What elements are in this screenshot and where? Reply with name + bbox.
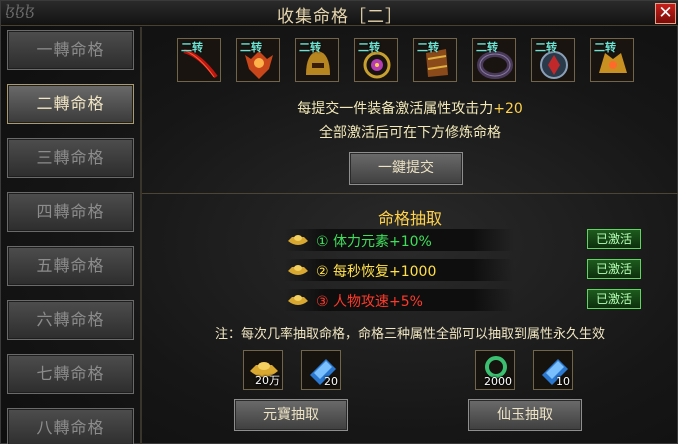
sidebar-item-8[interactable]: 八轉命格 [7, 408, 134, 444]
info-line-1-value: +20 [493, 101, 523, 117]
equipment-slot[interactable]: 二转 [531, 38, 575, 82]
cost-amount: 20 [324, 375, 338, 388]
cost-amount: 10 [556, 375, 570, 388]
equipment-slot[interactable]: 二转 [472, 38, 516, 82]
gold-ingot-icon [288, 295, 308, 305]
equipment-slot[interactable]: 二转 [590, 38, 634, 82]
close-button[interactable]: ✕ [655, 3, 676, 24]
item-tag: 二转 [535, 41, 557, 54]
item-tag: 二转 [358, 41, 380, 54]
cost-amount: 20万 [255, 374, 280, 387]
sidebar-item-4[interactable]: 四轉命格 [7, 192, 134, 232]
attribute-text: ② 每秒恢复+1000 [316, 264, 437, 280]
sidebar: 一轉命格 二轉命格 三轉命格 四轉命格 五轉命格 六轉命格 七轉命格 八轉命格 [1, 27, 141, 444]
item-tag: 二转 [181, 41, 203, 54]
attribute-row-3: ③ 人物攻速+5% [284, 289, 514, 311]
cost-slot[interactable]: 20万 [243, 350, 283, 390]
one-click-submit-button[interactable]: 一鍵提交 [349, 152, 463, 185]
attribute-text: ③ 人物攻速+5% [316, 294, 423, 310]
gold-ingot-icon [288, 235, 308, 245]
activated-badge: 已激活 [587, 259, 641, 279]
cost-amount: 2000 [484, 375, 512, 388]
cost-slot[interactable]: 2000 [475, 350, 515, 390]
title-bar: ɮɮɮ 收集命格［二］ ✕ [1, 1, 678, 27]
item-tag: 二转 [417, 41, 439, 54]
sidebar-item-3[interactable]: 三轉命格 [7, 138, 134, 178]
item-tag: 二转 [240, 41, 262, 54]
sidebar-item-7[interactable]: 七轉命格 [7, 354, 134, 394]
sidebar-item-5[interactable]: 五轉命格 [7, 246, 134, 286]
sidebar-divider [140, 27, 142, 444]
draw-note: 注：每次几率抽取命格，命格三种属性全部可以抽取到属性永久生效 [214, 327, 605, 342]
sidebar-item-6[interactable]: 六轉命格 [7, 300, 134, 340]
info-line-1-text: 每提交一件装备激活属性攻击力 [297, 101, 494, 117]
jade-draw-button[interactable]: 仙玉抽取 [468, 399, 582, 431]
equipment-slot[interactable]: 二转 [413, 38, 457, 82]
equipment-slot[interactable]: 二转 [236, 38, 280, 82]
info-line-1: 每提交一件装备激活属性攻击力+20 [142, 98, 678, 118]
equipment-slot[interactable]: 二转 [295, 38, 339, 82]
equipment-slot[interactable]: 二转 [177, 38, 221, 82]
activated-badge: 已激活 [587, 229, 641, 249]
cost-slot[interactable]: 10 [533, 350, 573, 390]
equipment-slot[interactable]: 二转 [354, 38, 398, 82]
activated-badge: 已激活 [587, 289, 641, 309]
gold-ingot-icon [288, 265, 308, 275]
attribute-row-1: ① 体力元素+10% [284, 229, 514, 251]
info-line-2: 全部激活后可在下方修炼命格 [319, 125, 501, 141]
window-title: 收集命格［二］ [277, 7, 403, 27]
section-divider [142, 193, 678, 194]
attribute-text: ① 体力元素+10% [316, 234, 432, 250]
attribute-row-2: ② 每秒恢复+1000 [284, 259, 514, 281]
item-tag: 二转 [476, 41, 498, 54]
cost-slot[interactable]: 20 [301, 350, 341, 390]
item-tag: 二转 [594, 41, 616, 54]
ingot-draw-button[interactable]: 元寶抽取 [234, 399, 348, 431]
sidebar-item-2[interactable]: 二轉命格 [7, 84, 134, 124]
item-tag: 二转 [299, 41, 321, 54]
draw-section-title: 命格抽取 [377, 209, 442, 228]
sidebar-item-1[interactable]: 一轉命格 [7, 30, 134, 70]
collect-destiny-window: ɮɮɮ 收集命格［二］ ✕ 一轉命格 二轉命格 三轉命格 四轉命格 五轉命格 六… [0, 0, 678, 444]
